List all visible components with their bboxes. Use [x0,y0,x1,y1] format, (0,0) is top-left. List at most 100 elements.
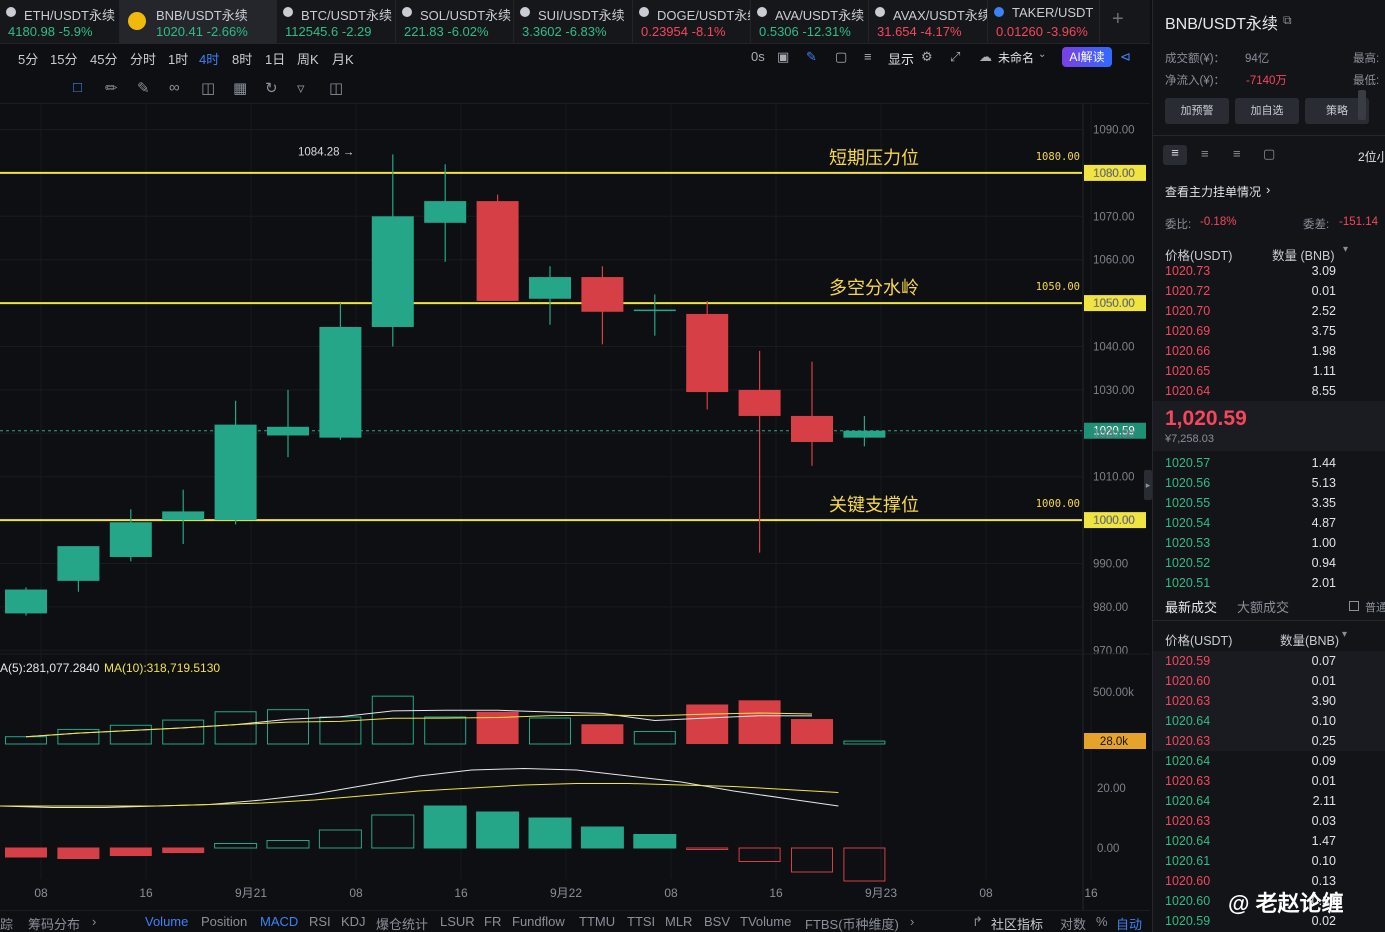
auto-scale-toggle[interactable]: 自动 [1116,914,1142,932]
ticker-tab[interactable]: BTC/USDT永续 112545.6 -2.29 [277,0,396,44]
line-tool-icon[interactable]: ✏ [105,79,118,97]
timeframe-15m[interactable]: 15分 [50,49,77,68]
indicator-tab[interactable]: TTMU [579,914,615,929]
indicator-tab[interactable]: MACD [260,914,298,929]
percent-toggle[interactable]: % [1096,914,1108,929]
cloud-icon[interactable]: ☁ [979,49,992,65]
ticker-tab[interactable]: ETH/USDT永续 4180.98 -5.9% [0,0,120,44]
indicator-tab[interactable]: MLR [665,914,692,929]
bid-row[interactable]: 1020.53 1.00 [1153,533,1385,553]
orderbook-both-icon[interactable]: ≡ [1163,145,1187,165]
add-watchlist-button[interactable]: 加自选 [1235,98,1299,124]
gear-icon[interactable]: ⚙ [921,49,933,65]
ask-row[interactable]: 1020.70 2.52 [1153,301,1385,321]
ticker-tab[interactable]: AVA/USDT永续 0.5306 -12.31% [751,0,869,44]
timeframe-1d[interactable]: 1日 [265,49,285,68]
filter-tool-icon[interactable]: ▿ [297,79,305,97]
lock-tool-icon[interactable]: ◫ [201,79,215,97]
cursor-tool-icon[interactable]: □ [73,79,82,96]
copy-icon[interactable]: ⧉ [1283,13,1292,28]
indicator-tab[interactable]: Volume [145,914,188,929]
ticker-tab[interactable]: SOL/USDT永续 221.83 -6.02% [396,0,514,44]
expand-icon[interactable]: ⤢ [950,49,960,65]
bid-row[interactable]: 1020.52 0.94 [1153,553,1385,573]
settings-list-icon[interactable]: ≡ [864,49,872,64]
timeframe-4h[interactable]: 4时 [199,49,219,68]
orderbook-bids-icon[interactable]: ≡ [1233,146,1241,161]
timeframe-8h[interactable]: 8时 [232,49,252,68]
tracking-tab[interactable]: 踪 [0,914,13,932]
chevron-right-icon[interactable]: › [910,914,914,929]
bid-row[interactable]: 1020.57 1.44 [1153,453,1385,473]
camera-icon[interactable]: ▣ [777,49,789,65]
trade-row[interactable]: 1020.64 2.11 [1153,791,1385,811]
display-menu[interactable]: 显示 [888,49,914,68]
ai-interpret-button[interactable]: AI解读 [1062,47,1112,67]
chevron-right-icon[interactable]: › [1266,182,1270,197]
fullscreen-select-icon[interactable]: ▢ [835,49,847,65]
ask-row[interactable]: 1020.65 1.11 [1153,361,1385,381]
timeframe-1h[interactable]: 1时 [168,49,188,68]
trade-row[interactable]: 1020.63 0.01 [1153,771,1385,791]
brush-tool-icon[interactable]: ✎ [137,79,150,97]
indicator-tab[interactable]: 爆仓统计 [376,914,428,932]
add-tab-icon[interactable]: + [1112,8,1124,31]
precision-select[interactable]: 2位小 [1358,148,1385,165]
indicator-tab[interactable]: TVolume [740,914,791,929]
indicator-tab[interactable]: KDJ [341,914,366,929]
indicator-tab[interactable]: RSI [309,914,331,929]
bid-row[interactable]: 1020.54 4.87 [1153,513,1385,533]
orderbook-depth-icon[interactable]: ▢ [1263,146,1275,162]
timeframe-month[interactable]: 月K [332,49,354,68]
trade-row[interactable]: 1020.63 3.90 [1153,691,1385,711]
layout-name[interactable]: 未命名 [998,49,1034,66]
trade-row[interactable]: 1020.64 0.09 [1153,751,1385,771]
fib-tool-icon[interactable]: ∞ [169,79,180,96]
indicator-tab[interactable]: LSUR [440,914,475,929]
scrollbar[interactable] [1358,90,1366,120]
trade-row[interactable]: 1020.63 0.03 [1153,811,1385,831]
large-trades-tab[interactable]: 大额成交 [1237,597,1289,616]
community-icon[interactable]: ↱ [972,914,983,930]
bid-row[interactable]: 1020.55 3.35 [1153,493,1385,513]
share-icon[interactable]: ⊲ [1120,49,1131,65]
chip-distribution-tab[interactable]: 筹码分布 [28,914,80,932]
trade-row[interactable]: 1020.60 0.01 [1153,671,1385,691]
indicator-tab[interactable]: BSV [704,914,730,929]
timeframe-week[interactable]: 周K [297,49,319,68]
trade-row[interactable]: 1020.61 0.10 [1153,851,1385,871]
add-alert-button[interactable]: 加预警 [1165,98,1229,124]
ask-row[interactable]: 1020.66 1.98 [1153,341,1385,361]
ticker-tab[interactable]: SUI/USDT永续 3.3602 -6.83% [514,0,633,44]
ordinary-checkbox[interactable] [1349,601,1359,611]
timeframe-timeshare[interactable]: 分时 [130,49,156,68]
trade-row[interactable]: 1020.59 0.07 [1153,651,1385,671]
trade-row[interactable]: 1020.64 1.47 [1153,831,1385,851]
ticker-tab[interactable]: DOGE/USDT永续 0.23954 -8.1% [633,0,751,44]
indicator-tab[interactable]: TTSI [627,914,655,929]
magnet-tool-icon[interactable]: ↻ [265,79,278,97]
caret-down-icon[interactable]: ▾ [1342,629,1347,640]
chevron-right-icon[interactable]: › [92,914,96,929]
kline-chart[interactable]: 短期压力位 1080.00 1080.00 多空分水岭 1050.00 1050.00 关键… [0,104,1150,910]
timeframe-5m[interactable]: 5分 [18,49,38,68]
indicator-tab[interactable]: FTBS(币种维度) [805,914,899,932]
timeframe-45m[interactable]: 45分 [90,49,117,68]
ask-row[interactable]: 1020.73 3.09 [1153,261,1385,281]
caret-down-icon[interactable]: ▾ [1343,244,1348,255]
main-orders-link[interactable]: 查看主力挂单情况 [1165,183,1261,200]
ask-row[interactable]: 1020.72 0.01 [1153,281,1385,301]
log-scale-toggle[interactable]: 对数 [1060,914,1086,932]
bid-row[interactable]: 1020.56 5.13 [1153,473,1385,493]
trash-tool-icon[interactable]: ◫ [329,79,343,97]
ticker-tab[interactable]: AVAX/USDT永续 31.654 -4.17% [869,0,988,44]
trades-qty-header[interactable]: 数量(BNB) [1280,630,1339,649]
collapse-panel-icon[interactable]: ▸ [1144,470,1152,500]
trade-row[interactable]: 1020.64 0.10 [1153,711,1385,731]
bid-row[interactable]: 1020.51 2.01 [1153,573,1385,593]
pencil-icon[interactable]: ✎ [806,49,817,65]
indicator-tab[interactable]: Fundflow [512,914,565,929]
orderbook-asks-icon[interactable]: ≡ [1201,146,1209,161]
indicator-tab[interactable]: FR [484,914,501,929]
community-indicator[interactable]: 社区指标 [991,914,1043,932]
